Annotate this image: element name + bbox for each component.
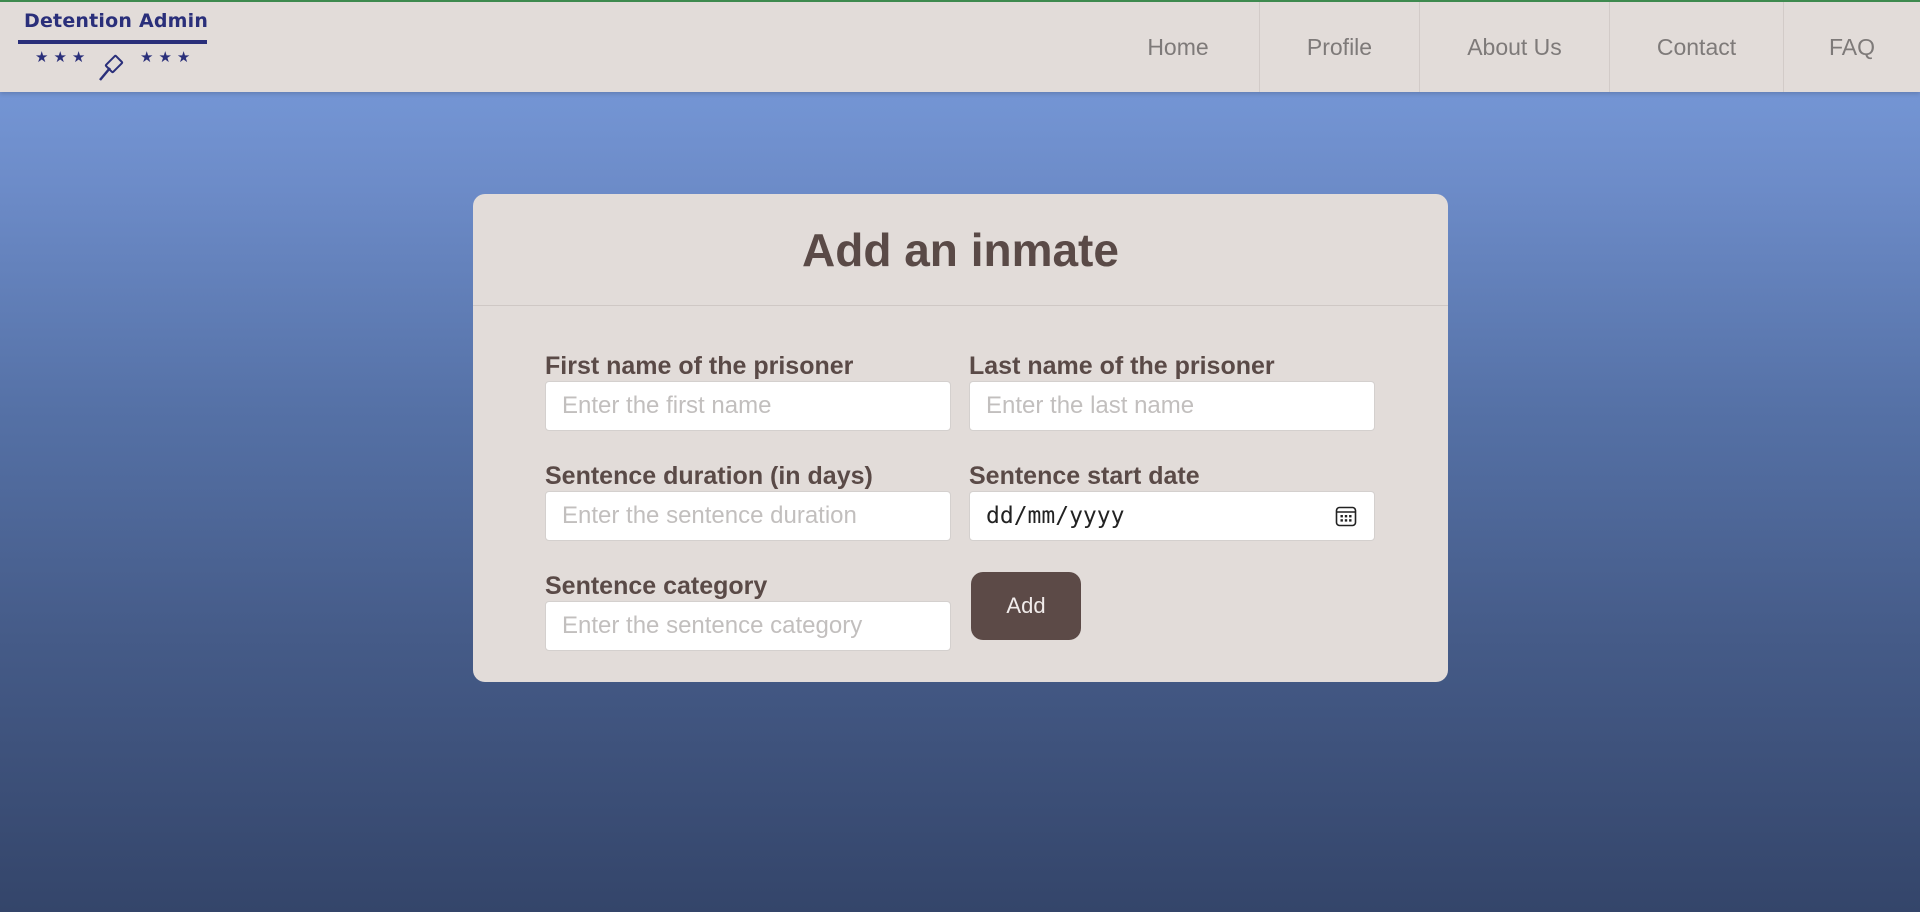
last-name-input[interactable] [969,381,1375,431]
nav-home[interactable]: Home [1097,2,1259,92]
sentence-duration-input[interactable] [545,491,951,541]
add-inmate-card: Add an inmate First name of the prisoner… [473,194,1448,682]
top-navbar: Detention Admin ★★★ ★★★ Home Profile Abo… [0,0,1920,92]
sentence-start-date-input[interactable]: dd/mm/yyyy [969,491,1375,541]
add-button[interactable]: Add [971,572,1081,640]
sentence-start-date-label: Sentence start date [969,462,1200,490]
calendar-icon[interactable] [1334,504,1358,528]
brand-logo[interactable]: Detention Admin ★★★ ★★★ [18,6,208,86]
sentence-category-label: Sentence category [545,572,768,600]
date-placeholder: dd/mm/yyyy [986,503,1125,529]
nav-about-us[interactable]: About Us [1419,2,1609,92]
last-name-label: Last name of the prisoner [969,352,1275,380]
nav-faq[interactable]: FAQ [1783,2,1920,92]
nav-profile[interactable]: Profile [1259,2,1419,92]
nav-contact[interactable]: Contact [1609,2,1783,92]
star-icon: ★★★ [35,48,91,66]
card-header: Add an inmate [473,194,1448,306]
main-nav: Home Profile About Us Contact FAQ [1097,2,1920,92]
gavel-icon [99,54,124,81]
first-name-label: First name of the prisoner [545,352,854,380]
first-name-input[interactable] [545,381,951,431]
page-title: Add an inmate [802,223,1119,276]
logo-underline [18,40,207,44]
sentence-category-input[interactable] [545,601,951,651]
star-icon: ★★★ [140,48,196,66]
sentence-duration-label: Sentence duration (in days) [545,462,873,490]
brand-title: Detention Admin [24,10,209,32]
